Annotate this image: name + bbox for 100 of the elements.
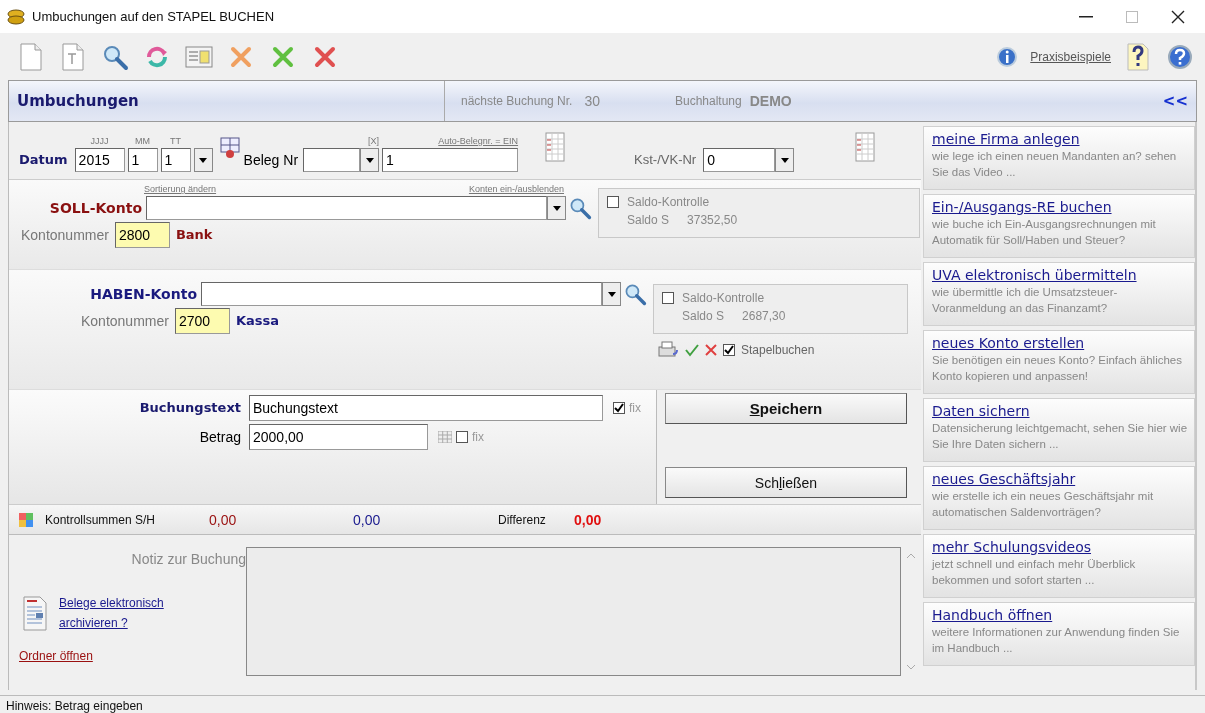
receipt-number-label: Beleg Nr (243, 151, 299, 170)
balance-label: Saldo S (682, 309, 725, 323)
printer-icon (657, 340, 679, 360)
open-folder-link[interactable]: Ordner öffnen (19, 649, 93, 663)
cross-icon (314, 45, 336, 68)
calendar-icon[interactable] (218, 135, 241, 159)
month-field[interactable]: 1 (127, 148, 158, 172)
coins-icon (6, 7, 26, 26)
amount-label: Betrag (198, 428, 241, 447)
account-combo-field[interactable] (146, 196, 547, 220)
amount-field[interactable]: 2000,00 (249, 424, 428, 450)
archive-link[interactable]: Belege elektronisch archivieren ? (59, 593, 199, 633)
table-icon (545, 132, 566, 162)
search-icon (568, 196, 592, 220)
year-hint: JJJJ (90, 135, 109, 148)
help-topic-description: wie lege ich einen neuen Mandanten an? sehen Sie das Video ... (932, 149, 1178, 180)
receipt-combo-field[interactable] (303, 148, 361, 172)
text-document-icon (61, 42, 85, 71)
status-text: Hinweis: Betrag eingeben (6, 699, 143, 713)
dropdown-button[interactable] (602, 282, 621, 306)
receipt-number-field[interactable]: 1 (382, 148, 519, 172)
search-icon (623, 282, 647, 306)
color-squares-icon (19, 512, 33, 527)
close-icon (1171, 9, 1185, 24)
minimize-icon (1079, 15, 1093, 18)
balance-label: Saldo S (627, 213, 670, 227)
auto-number-hint: Auto-Belegnr. = EIN (438, 135, 519, 148)
examples-link[interactable]: Praxisbeispiele (1030, 49, 1111, 64)
document-icon (23, 595, 47, 631)
help-topic-link[interactable]: mehr Schulungsvideos (932, 539, 1091, 555)
account-combo-field[interactable] (201, 282, 602, 306)
day-field[interactable]: 1 (160, 148, 191, 172)
caret-icon (552, 205, 561, 211)
account-label: SOLL-Konto (48, 199, 142, 218)
account-name: Kassa (235, 312, 280, 330)
fix-checkbox[interactable] (613, 402, 625, 414)
books-name: DEMO (749, 93, 792, 109)
dropdown-button[interactable] (360, 148, 380, 172)
note-label: Notiz zur Buchung (130, 550, 246, 569)
cost-center-field[interactable]: 0 (703, 148, 776, 172)
booking-text-field[interactable]: Buchungstext (249, 395, 603, 421)
books-label: Buchhaltung (675, 94, 742, 108)
balance-check-checkbox[interactable] (607, 196, 619, 208)
help-topic-link[interactable]: Ein-/Ausgangs-RE buchen (932, 199, 1112, 215)
form-icon (185, 44, 213, 69)
receipt-hint: [X] (368, 135, 380, 148)
date-label: Datum (19, 151, 68, 169)
info-icon (996, 45, 1019, 68)
credit-total: 0,00 (353, 511, 382, 528)
batch-label: Stapelbuchen (741, 343, 815, 357)
caret-icon (365, 157, 374, 163)
help-topic-description: weitere Informationen zur Anwendung finden Sie im Handbuch ... (932, 625, 1181, 656)
totals-label: Kontrollsummen S/H (45, 512, 157, 527)
debit-total: 0,00 (209, 511, 238, 528)
fix-label: fix (472, 430, 484, 444)
help-topic-description: Sie benötigen ein neues Konto? Einfach ähliches Konto kopieren und anpassen! (932, 353, 1183, 384)
help-topic-description: wie erstelle ich ein neues Geschäftsjahr mit automatischen Saldenvorträgen? (932, 489, 1155, 520)
help-topic-link[interactable]: Handbuch öffnen (932, 607, 1053, 623)
help-topic-link[interactable]: neues Konto erstellen (932, 335, 1085, 351)
maximize-icon (1126, 10, 1138, 23)
dropdown-button[interactable] (193, 148, 213, 172)
help-topic-link[interactable]: meine Firma anlegen (932, 131, 1080, 147)
caret-icon (780, 157, 789, 163)
help-topic-description: Datensicherung leichtgemacht, sehen Sie hier wie Sie Ihre Daten sichern ... (932, 421, 1189, 452)
help-topic-description: wie buche ich Ein-Ausgangsrechnungen mit Automatik für Soll/Haben und Steuer? (932, 217, 1157, 248)
account-number-field[interactable]: 2800 (114, 222, 170, 248)
caret-icon (607, 291, 616, 297)
booking-text-label: Buchungstext (138, 399, 241, 417)
dropdown-button[interactable] (547, 196, 566, 220)
check-icon (685, 343, 699, 357)
help-topic-description: wie übermittle ich die Umsatzsteuer-Voranmeldung an das Finanzamt? (932, 285, 1119, 316)
note-field[interactable] (246, 547, 901, 676)
cross-icon (705, 344, 717, 356)
dropdown-button[interactable] (775, 148, 795, 172)
collapse-button[interactable]: << (1162, 92, 1188, 110)
fix-checkbox[interactable] (456, 431, 468, 443)
table-icon (855, 132, 876, 162)
section-title: Umbuchungen (17, 92, 139, 110)
fix-label: fix (629, 401, 641, 415)
next-booking-label: nächste Buchung Nr. (461, 94, 573, 108)
help-topic-description: jetzt schnell und einfach mehr Überblick bekommen und sofort starten ... (932, 557, 1137, 588)
batch-checkbox[interactable] (723, 344, 735, 356)
account-name: Bank (175, 226, 213, 244)
sort-link[interactable]: Sortierung ändern (144, 184, 217, 194)
balance-check-label: Saldo-Kontrolle (627, 195, 710, 209)
help-topic-link[interactable]: UVA elektronisch übermitteln (932, 267, 1137, 283)
cross-icon (272, 45, 294, 68)
balance-value: 37352,50 (687, 213, 738, 227)
help-topic-link[interactable]: neues Geschäftsjahr (932, 471, 1076, 487)
save-button[interactable]: Speichern (665, 393, 907, 424)
balance-value: 2687,30 (742, 309, 786, 323)
account-number-field[interactable]: 2700 (174, 308, 230, 334)
help-topic-link[interactable]: Daten sichern (932, 403, 1030, 419)
help-icon (1167, 43, 1193, 70)
balance-check-checkbox[interactable] (662, 292, 674, 304)
document-icon (19, 42, 43, 71)
close-form-button[interactable]: Schließen (665, 467, 907, 498)
toggle-accounts-link[interactable]: Konten ein-/ausblenden (468, 184, 564, 194)
month-hint: MM (135, 135, 151, 148)
year-field[interactable]: 2015 (74, 148, 125, 172)
